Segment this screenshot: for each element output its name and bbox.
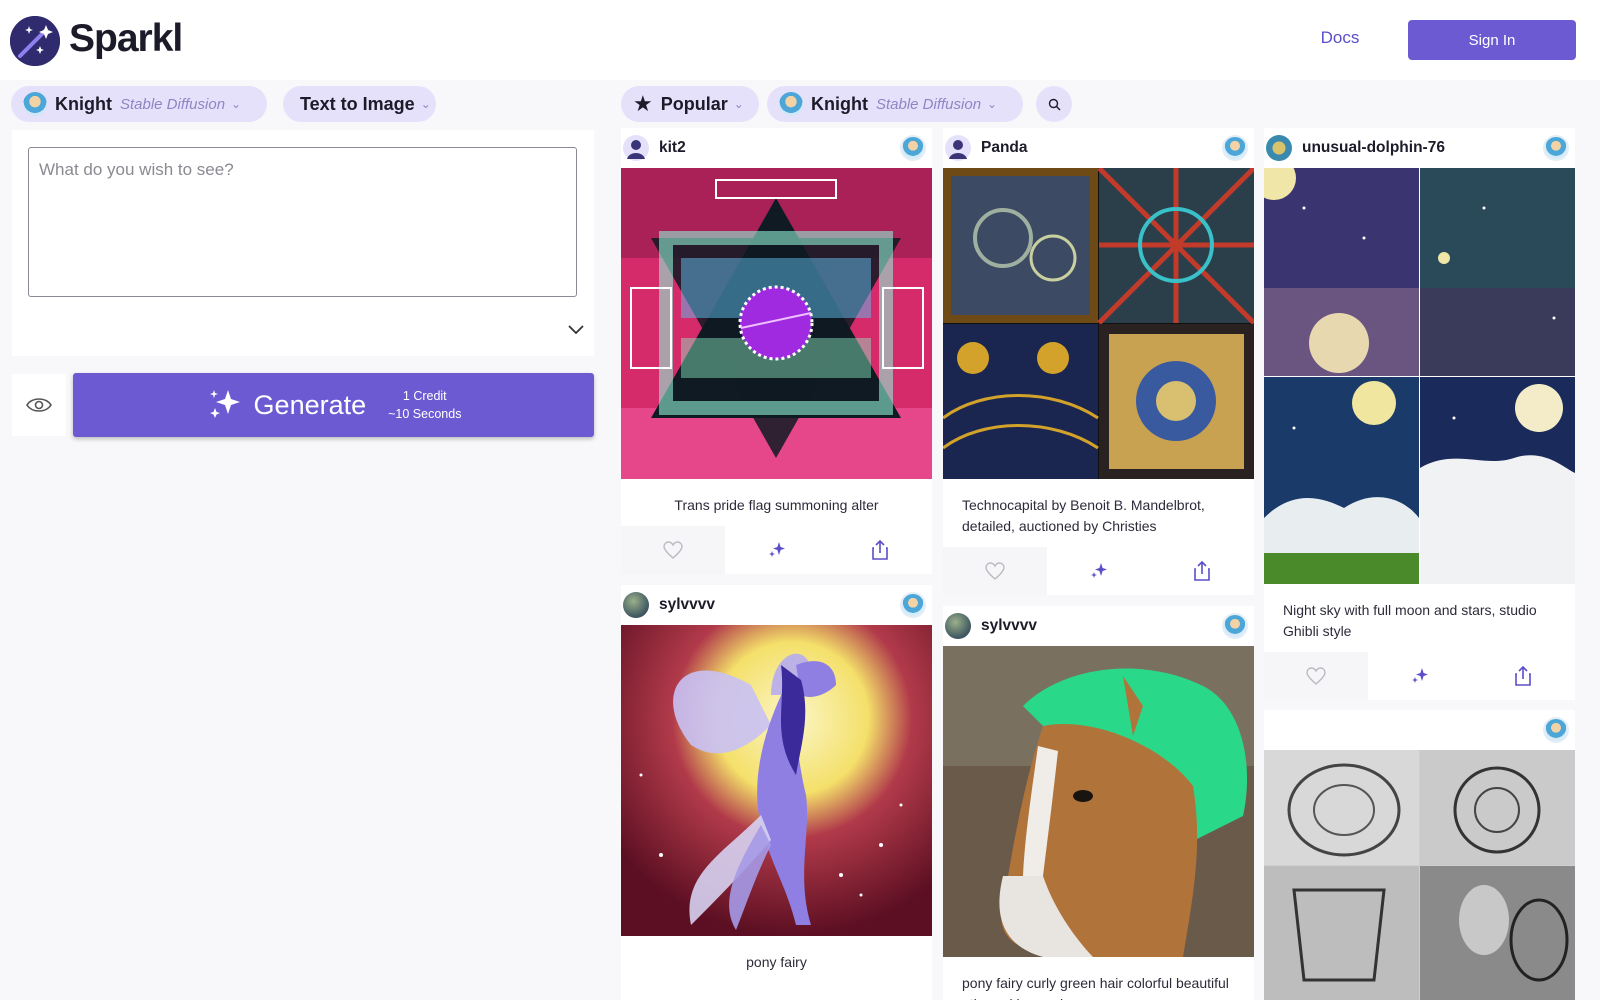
brand-name[interactable]: Sparkl xyxy=(69,17,183,61)
heart-icon xyxy=(663,541,683,559)
user-avatar[interactable] xyxy=(1266,135,1292,161)
username[interactable]: sylvvvv xyxy=(981,617,1222,635)
image-caption: Night sky with full moon and stars, stud… xyxy=(1283,602,1537,639)
search-button[interactable] xyxy=(1036,86,1072,122)
sparkles-icon xyxy=(1090,563,1107,578)
time-estimate-text: ~10 Seconds xyxy=(388,407,462,421)
user-avatar[interactable] xyxy=(623,592,649,618)
card-actions xyxy=(1264,652,1575,700)
credit-text: 1 Credit xyxy=(402,389,447,403)
generated-image[interactable] xyxy=(943,646,1254,957)
image-caption: pony fairy xyxy=(746,954,807,970)
sparkles-icon xyxy=(768,542,785,557)
generated-image[interactable] xyxy=(621,625,932,936)
card-actions xyxy=(943,547,1254,595)
image-caption: Technocapital by Benoit B. Mandelbrot, d… xyxy=(962,497,1205,534)
sort-select[interactable]: ★ Popular ⌄ xyxy=(621,86,759,122)
model-badge-avatar[interactable] xyxy=(1222,135,1248,161)
feed-card: Panda Technocapital by Benoit B. Mandelb… xyxy=(943,128,1254,595)
feed-card xyxy=(1264,710,1575,1000)
eye-icon xyxy=(26,398,52,412)
feed-model-engine: Stable Diffusion xyxy=(875,95,982,113)
remix-button[interactable] xyxy=(1368,652,1472,700)
share-icon xyxy=(1194,561,1210,581)
docs-link[interactable]: Docs xyxy=(1300,28,1380,48)
remix-button[interactable] xyxy=(1047,547,1151,595)
model-name: Knight xyxy=(55,93,112,114)
share-icon xyxy=(1515,666,1531,686)
remix-button[interactable] xyxy=(725,526,829,574)
user-icon xyxy=(627,140,645,159)
model-engine: Stable Diffusion xyxy=(119,95,226,113)
model-badge-avatar[interactable] xyxy=(1543,717,1569,743)
generator-model-select[interactable]: Knight Stable Diffusion ⌄ xyxy=(11,86,267,122)
share-button[interactable] xyxy=(1150,547,1254,595)
generate-button[interactable]: Generate 1 Credit ~10 Seconds xyxy=(73,373,594,437)
sparkles-icon xyxy=(209,390,240,418)
like-button[interactable] xyxy=(621,526,725,574)
image-caption: pony fairy curly green hair colorful bea… xyxy=(962,975,1229,1000)
user-icon xyxy=(949,140,967,159)
model-badge-avatar[interactable] xyxy=(900,592,926,618)
model-badge-avatar[interactable] xyxy=(1222,613,1248,639)
user-avatar[interactable] xyxy=(945,135,971,161)
share-button[interactable] xyxy=(828,526,932,574)
generated-image[interactable] xyxy=(621,168,932,479)
chevron-down-icon: ⌄ xyxy=(733,97,744,111)
feed-model-select[interactable]: Knight Stable Diffusion ⌄ xyxy=(767,86,1023,122)
username[interactable]: Panda xyxy=(981,139,1222,157)
star-icon: ★ xyxy=(633,91,653,116)
sparkles-icon xyxy=(1411,668,1428,683)
generate-cost: 1 Credit ~10 Seconds xyxy=(388,387,461,423)
share-icon xyxy=(872,540,888,560)
feed-card: unusual-dolphin-76 Night sky with full m… xyxy=(1264,128,1575,700)
image-caption: Trans pride flag summoning alter xyxy=(674,497,879,513)
card-header: sylvvvv xyxy=(621,585,932,625)
like-button[interactable] xyxy=(1264,652,1368,700)
prompt-panel xyxy=(12,130,594,356)
card-header: kit2 xyxy=(621,128,932,168)
feed-card: kit2 Trans pride flag summoning alter xyxy=(621,128,932,574)
mode-label: Text to Image xyxy=(300,93,415,114)
like-button[interactable] xyxy=(943,547,1047,595)
search-icon xyxy=(1048,98,1060,110)
chevron-down-icon xyxy=(568,325,584,335)
mode-select[interactable]: Text to Image ⌄ xyxy=(283,86,436,122)
username[interactable]: kit2 xyxy=(659,139,900,157)
card-header: sylvvvv xyxy=(943,606,1254,646)
generated-image[interactable] xyxy=(1264,750,1575,1000)
card-actions xyxy=(621,526,932,574)
generated-image[interactable] xyxy=(1264,168,1575,584)
user-avatar[interactable] xyxy=(945,613,971,639)
feed-model-name: Knight xyxy=(811,93,868,114)
share-button[interactable] xyxy=(1471,652,1575,700)
knight-model-avatar xyxy=(779,92,803,116)
sparkl-logo-icon[interactable] xyxy=(10,16,60,66)
username[interactable]: unusual-dolphin-76 xyxy=(1302,139,1543,157)
knight-model-avatar xyxy=(23,92,47,116)
generated-image[interactable] xyxy=(943,168,1254,479)
prompt-input[interactable] xyxy=(28,147,577,297)
sign-in-button[interactable]: Sign In xyxy=(1408,20,1576,60)
card-header: unusual-dolphin-76 xyxy=(1264,128,1575,168)
card-header xyxy=(1264,710,1575,750)
model-badge-avatar[interactable] xyxy=(1543,135,1569,161)
model-badge-avatar[interactable] xyxy=(900,135,926,161)
expand-options-button[interactable] xyxy=(552,310,600,350)
generate-label: Generate xyxy=(253,389,367,420)
sort-label: Popular xyxy=(660,93,728,114)
feed-card: sylvvvv pony fairy xyxy=(621,585,932,1000)
user-avatar[interactable] xyxy=(623,135,649,161)
preview-toggle-button[interactable] xyxy=(12,374,66,436)
header: Sparkl Docs Sign In xyxy=(0,0,1600,80)
chevron-down-icon: ⌄ xyxy=(231,97,242,111)
card-header: Panda xyxy=(943,128,1254,168)
heart-icon xyxy=(1306,667,1326,685)
feed-card: sylvvvv pony fairy curly green hair colo… xyxy=(943,606,1254,1000)
heart-icon xyxy=(985,562,1005,580)
chevron-down-icon: ⌄ xyxy=(987,97,998,111)
username[interactable]: sylvvvv xyxy=(659,596,900,614)
chevron-down-icon: ⌄ xyxy=(420,97,431,111)
